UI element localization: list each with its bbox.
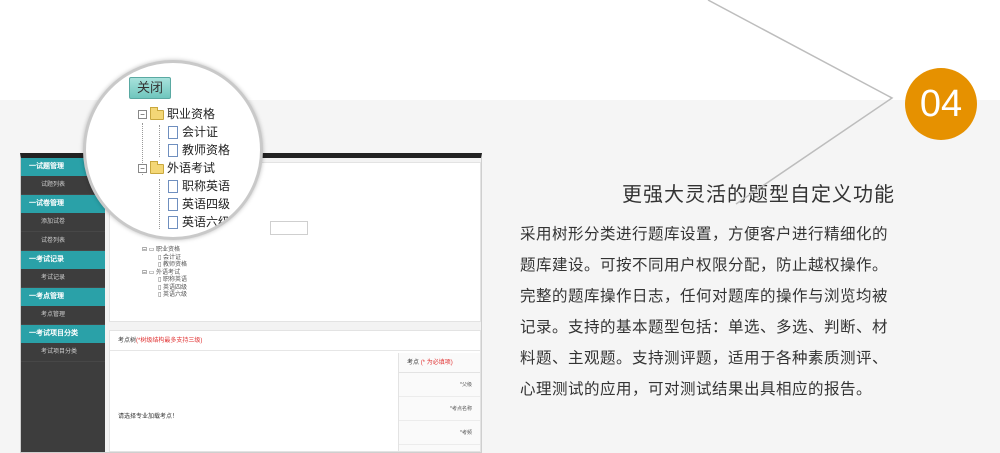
mini-tree-node[interactable]: ⊟ ▭ 外语考试 — [142, 270, 187, 278]
sidebar-group-exam-records[interactable]: 一考试记录 — [21, 251, 105, 269]
tree-node-item[interactable]: 会计证 — [138, 123, 230, 141]
sidebar-item-add-paper[interactable]: 添加试卷 — [21, 213, 105, 232]
panel-title: 考点树 — [118, 338, 137, 344]
sidebar-group-paper-mgmt[interactable]: 一试卷管理 — [21, 195, 105, 213]
form-header: 考点 (* 为必填项) — [399, 353, 480, 373]
sidebar-item-project-category[interactable]: 考试项目分类 — [21, 343, 105, 362]
sidebar-item-paper-list[interactable]: 试卷列表 — [21, 232, 105, 251]
mini-tree-node[interactable]: ▯ 教师资格 — [142, 262, 187, 270]
step-number-badge: 04 — [905, 68, 977, 140]
tree-node-category[interactable]: − 外语考试 — [138, 159, 230, 177]
mini-tree-node[interactable]: ▯ 英语六级 — [142, 292, 187, 300]
sidebar-group-point-mgmt[interactable]: 一考点管理 — [21, 288, 105, 306]
mini-tree-node[interactable]: ▯ 会计证 — [142, 255, 187, 263]
feature-title: 更强大灵活的题型自定义功能 — [622, 184, 895, 206]
point-tree-panel: 考点树(*树级结构最多支持三级) 请选择专业加载考点！ 考点 (* 为必填项) … — [109, 330, 481, 452]
document-icon — [168, 144, 178, 158]
document-icon — [168, 126, 178, 140]
mini-tree-node[interactable]: ▯ 职称英语 — [142, 277, 187, 285]
form-field-name[interactable]: *考点名称 — [399, 397, 480, 421]
close-button[interactable]: 关闭 — [129, 77, 171, 99]
form-field-frequency[interactable]: *考频 — [399, 421, 480, 445]
feature-description: 采用树形分类进行题库设置，方便客户进行精细化的 题库建设。可按不同用户权限分配，… — [520, 219, 950, 405]
form-title: 考点 — [407, 360, 420, 366]
category-tree: − 职业资格 会计证 教师资格 − 外语考试 职称英语 英语四级 英语六级 — [138, 105, 230, 231]
tree-node-item[interactable]: 教师资格 — [138, 141, 230, 159]
feature-line: 题库建设。可按不同用户权限分配，防止越权操作。 — [520, 257, 889, 274]
tree-node-item[interactable]: 英语四级 — [138, 195, 230, 213]
feature-line: 心理测试的应用，可对测试结果出具相应的报告。 — [520, 381, 873, 398]
empty-hint: 请选择专业加载考点！ — [118, 414, 179, 420]
document-icon — [168, 216, 178, 230]
mini-category-tree: ⊟ ▭ 职业资格 ▯ 会计证 ▯ 教师资格 ⊟ ▭ 外语考试 ▯ 职称英语 ▯ … — [142, 247, 187, 300]
panel-title-note: (*树级结构最多支持三级) — [136, 338, 203, 344]
mini-tree-node[interactable]: ▯ 英语四级 — [142, 285, 187, 293]
feature-line: 完整的题库操作日志，任何对题库的操作与浏览均被 — [520, 288, 889, 305]
app-screenshot: 一试题管理 试题列表 一试卷管理 添加试卷 试卷列表 一考试记录 考试记录 一考… — [20, 153, 482, 453]
feature-line: 记录。支持的基本题型包括：单选、多选、判断、材 — [520, 319, 889, 336]
form-field-parent[interactable]: *父级 — [399, 373, 480, 397]
mini-tree-node[interactable]: ⊟ ▭ 职业资格 — [142, 247, 187, 255]
sidebar-group-project-category[interactable]: 一考试项目分类 — [21, 325, 105, 343]
mini-text-input[interactable] — [270, 221, 308, 235]
point-form: 考点 (* 为必填项) *父级 *考点名称 *考频 — [398, 353, 480, 451]
folder-icon — [150, 160, 164, 174]
magnifier-lens: 关闭 − 职业资格 会计证 教师资格 − 外语考试 职称英语 英语四级 英语六级 — [83, 60, 263, 240]
sidebar-item-exam-records[interactable]: 考试记录 — [21, 269, 105, 288]
tree-node-item[interactable]: 英语六级 — [138, 213, 230, 231]
panel-header: 考点树(*树级结构最多支持三级) — [110, 331, 480, 351]
sidebar-item-point-mgmt[interactable]: 考点管理 — [21, 306, 105, 325]
tree-node-category[interactable]: − 职业资格 — [138, 105, 230, 123]
tree-node-item[interactable]: 职称英语 — [138, 177, 230, 195]
document-icon — [168, 180, 178, 194]
form-required-note: (* 为必填项) — [420, 360, 453, 366]
document-icon — [168, 198, 178, 212]
app-sidebar: 一试题管理 试题列表 一试卷管理 添加试卷 试卷列表 一考试记录 考试记录 一考… — [21, 158, 105, 452]
folder-icon — [150, 106, 164, 120]
collapse-icon[interactable]: − — [138, 110, 147, 120]
feature-line: 料题、主观题。支持测评题，适用于各种素质测评、 — [520, 350, 889, 367]
collapse-icon[interactable]: − — [138, 164, 147, 174]
feature-line: 采用树形分类进行题库设置，方便客户进行精细化的 — [520, 226, 889, 243]
